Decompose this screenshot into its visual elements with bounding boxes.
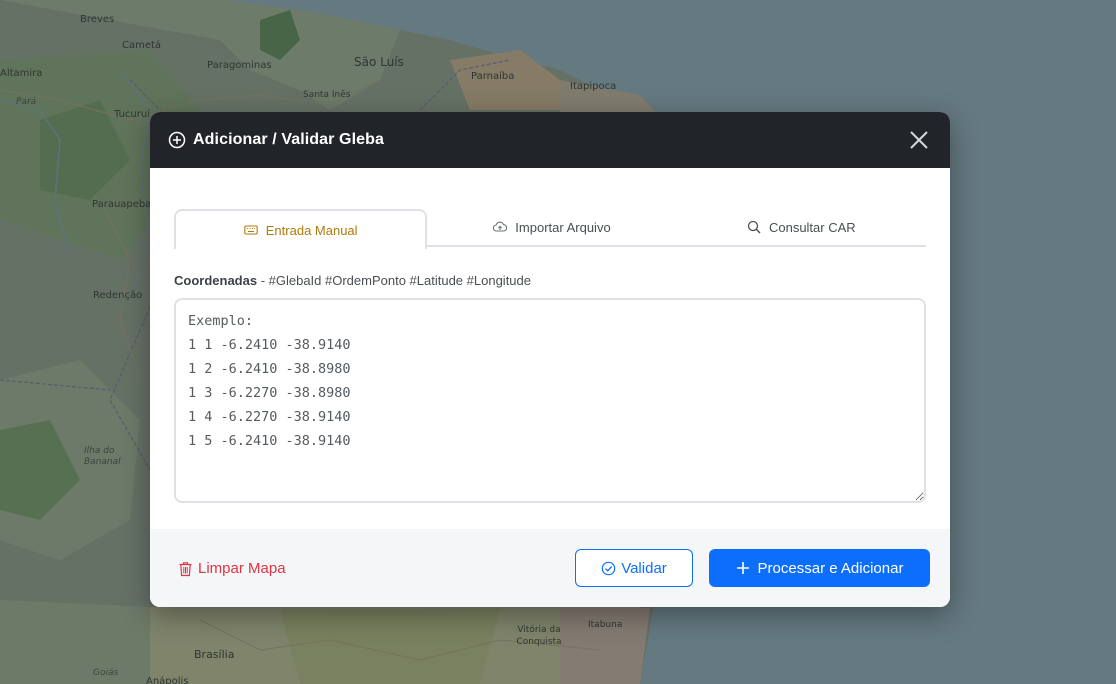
modal-title: Adicionar / Validar Gleba bbox=[193, 131, 385, 148]
modal-footer: Limpar Mapa Validar Processar e Adiciona… bbox=[150, 529, 950, 607]
validate-button[interactable]: Validar bbox=[575, 549, 693, 587]
plus-circle-icon bbox=[168, 131, 186, 149]
add-validate-gleba-modal: Adicionar / Validar Gleba Entrada Manual bbox=[150, 112, 950, 607]
coordinates-format-hint: - #GlebaId #OrdemPonto #Latitude #Longit… bbox=[257, 273, 531, 288]
process-add-button[interactable]: Processar e Adicionar bbox=[709, 549, 930, 587]
map-label: Goiás bbox=[93, 668, 119, 678]
modal-body: Entrada Manual Importar Arquivo Consulta… bbox=[150, 168, 950, 529]
tab-importar-arquivo[interactable]: Importar Arquivo bbox=[427, 209, 676, 245]
tab-label: Entrada Manual bbox=[265, 222, 358, 238]
map-label: Parauapebas bbox=[92, 199, 157, 210]
tab-label: Importar Arquivo bbox=[515, 219, 611, 235]
coordinates-label: Coordenadas - #GlebaId #OrdemPonto #Lati… bbox=[174, 273, 926, 288]
modal-header: Adicionar / Validar Gleba bbox=[150, 112, 950, 168]
cloud-upload-icon bbox=[493, 220, 508, 234]
map-label: Breves bbox=[80, 14, 115, 25]
coordinates-textarea[interactable] bbox=[174, 298, 926, 503]
map-label: Tucuruí bbox=[114, 109, 150, 120]
clear-map-button[interactable]: Limpar Mapa bbox=[178, 560, 286, 577]
tab-consultar-car[interactable]: Consultar CAR bbox=[677, 209, 926, 245]
clear-map-label: Limpar Mapa bbox=[198, 559, 286, 577]
tab-label: Consultar CAR bbox=[768, 219, 856, 235]
map-label: Santa Inês bbox=[303, 90, 351, 100]
trash-icon bbox=[178, 561, 193, 576]
map-label: São Luís bbox=[354, 55, 404, 69]
check-circle-icon bbox=[601, 561, 616, 576]
keyboard-icon bbox=[244, 223, 258, 237]
tab-bar: Entrada Manual Importar Arquivo Consulta… bbox=[174, 209, 926, 249]
map-label: Itapipoca bbox=[570, 81, 617, 92]
map-label: Brasília bbox=[194, 648, 235, 661]
map-label: Cametá bbox=[122, 40, 162, 51]
process-add-label: Processar e Adicionar bbox=[757, 559, 904, 577]
map-label: Itabuna bbox=[588, 620, 623, 630]
tab-entrada-manual[interactable]: Entrada Manual bbox=[174, 209, 428, 249]
plus-icon bbox=[736, 561, 751, 576]
map-label: Altamira bbox=[0, 68, 43, 79]
validate-label: Validar bbox=[621, 559, 667, 577]
map-label: Redenção bbox=[93, 290, 143, 301]
coordinates-label-title: Coordenadas bbox=[174, 273, 258, 288]
search-icon bbox=[747, 220, 761, 234]
map-label: Vitória da Conquista bbox=[516, 625, 562, 647]
map-label: Anápolis bbox=[146, 676, 189, 684]
map-label: Paragominas bbox=[207, 60, 272, 71]
map-label: Pará bbox=[16, 97, 37, 107]
close-button[interactable] bbox=[906, 127, 932, 153]
close-icon bbox=[909, 130, 929, 150]
map-label: Ilha do Bananal bbox=[84, 446, 121, 467]
map-label: Parnaíba bbox=[471, 71, 515, 82]
